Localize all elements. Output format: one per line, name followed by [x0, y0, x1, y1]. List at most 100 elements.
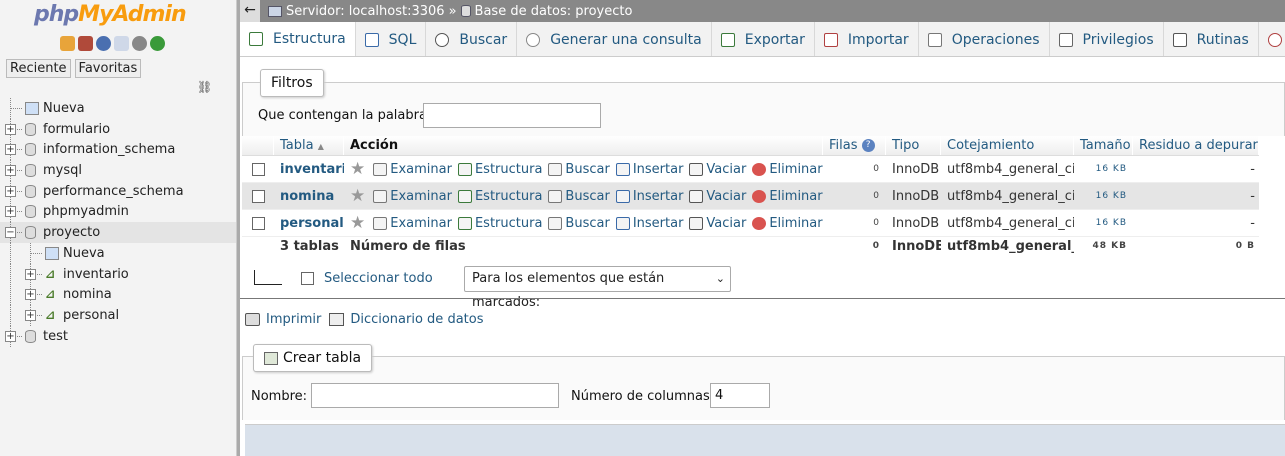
new-icon[interactable] — [45, 246, 59, 260]
filter-input[interactable] — [423, 103, 601, 128]
logout-icon[interactable] — [78, 36, 93, 51]
sidebar-item-label[interactable]: performance_schema — [43, 184, 184, 199]
action-insertar[interactable]: Insertar — [615, 162, 683, 177]
docs-icon[interactable] — [114, 36, 129, 51]
select-all-checkbox[interactable] — [301, 272, 314, 285]
size-cell[interactable]: 16 KB — [1074, 164, 1133, 174]
table-icon[interactable]: ⊿ — [45, 288, 59, 301]
home-icon[interactable] — [60, 36, 75, 51]
database-icon[interactable] — [25, 226, 36, 240]
sidebar-item-label[interactable]: nomina — [63, 287, 112, 302]
sidebar-item-label[interactable]: Nueva — [43, 101, 85, 116]
print-link[interactable]: Imprimir — [266, 312, 321, 327]
select-all-label[interactable]: Seleccionar todo — [324, 271, 433, 286]
table-icon[interactable]: ⊿ — [45, 308, 59, 322]
tab-operaciones[interactable]: Operaciones — [919, 22, 1050, 56]
expand-icon[interactable]: + — [25, 289, 36, 301]
row-checkbox[interactable] — [252, 189, 265, 203]
sidebar-item-formulario[interactable]: + formulario — [0, 118, 236, 140]
action-estructura[interactable]: Estructura — [457, 216, 542, 231]
sidebar-item-nomina[interactable]: + ⊿ nomina — [0, 284, 236, 306]
expand-icon[interactable]: + — [5, 206, 16, 218]
action-insertar[interactable]: Insertar — [615, 216, 683, 231]
database-icon[interactable] — [25, 184, 36, 198]
link-icon[interactable]: ⛓ — [197, 80, 212, 94]
action-buscar[interactable]: Buscar — [548, 216, 610, 231]
action-buscar[interactable]: Buscar — [548, 162, 610, 177]
sidebar-item-mysql[interactable]: + mysql — [0, 160, 236, 182]
sidebar-item-label[interactable]: Nueva — [63, 246, 105, 261]
action-vaciar[interactable]: Vaciar — [689, 216, 746, 231]
action-eliminar[interactable]: Eliminar — [752, 216, 823, 231]
tab-importar[interactable]: Importar — [815, 22, 919, 56]
table-name-link[interactable]: nomina — [274, 189, 344, 204]
sidebar-item-personal[interactable]: + ⊿ personal — [0, 304, 236, 326]
expand-icon[interactable]: + — [5, 144, 16, 156]
tab-sql[interactable]: SQL — [356, 22, 427, 56]
header-tabla[interactable]: Tabla ▲ — [274, 136, 344, 155]
action-vaciar[interactable]: Vaciar — [689, 189, 746, 204]
collapse-icon[interactable]: − — [5, 227, 16, 239]
tab-buscar[interactable]: Buscar — [426, 22, 518, 56]
action-buscar[interactable]: Buscar — [548, 189, 610, 204]
sidebar-item-label[interactable]: phpmyadmin — [43, 204, 129, 219]
table-name-link[interactable]: personal — [274, 216, 344, 231]
action-estructura[interactable]: Estructura — [457, 162, 542, 177]
sidebar-item-information-schema[interactable]: + information_schema — [0, 139, 236, 161]
sidebar-item-proyecto[interactable]: − proyecto — [0, 222, 236, 244]
help-icon[interactable]: ? — [861, 139, 875, 152]
sidebar-item-label[interactable]: inventario — [63, 267, 129, 282]
database-icon[interactable] — [25, 164, 36, 178]
action-eliminar[interactable]: Eliminar — [752, 162, 823, 177]
breadcrumb-server[interactable]: Servidor: localhost:3306 — [286, 4, 445, 19]
expand-icon[interactable]: + — [25, 309, 36, 321]
favorite-star-icon[interactable]: ★ — [350, 159, 365, 179]
sidebar-item-Nueva[interactable]: Nueva — [0, 242, 236, 264]
action-examinar[interactable]: Examinar — [373, 189, 452, 204]
tab-generar-una-consulta[interactable]: Generar una consulta — [517, 22, 712, 56]
sidebar-item-label[interactable]: mysql — [43, 163, 82, 178]
dictionary-link[interactable]: Diccionario de datos — [350, 312, 483, 327]
collapse-arrow-icon[interactable]: ← — [240, 0, 260, 22]
sidebar-item-phpmyadmin[interactable]: + phpmyadmin — [0, 201, 236, 223]
sidebar-item-label[interactable]: test — [43, 329, 68, 344]
size-cell[interactable]: 16 KB — [1074, 191, 1133, 201]
sidebar-item-label[interactable]: personal — [63, 308, 119, 323]
table-icon[interactable]: ⊿ — [45, 267, 59, 281]
database-icon[interactable] — [25, 122, 36, 136]
header-tamano[interactable]: Tamaño — [1074, 136, 1133, 155]
recent-tab[interactable]: Reciente — [6, 59, 71, 78]
action-estructura[interactable]: Estructura — [457, 189, 542, 204]
database-icon[interactable] — [25, 329, 36, 343]
expand-icon[interactable]: + — [5, 165, 16, 177]
phpmyadmin-logo[interactable]: phpMyAdmin — [34, 2, 187, 27]
row-checkbox[interactable] — [252, 162, 265, 176]
favorite-star-icon[interactable]: ★ — [350, 186, 365, 206]
action-vaciar[interactable]: Vaciar — [689, 162, 746, 177]
table-name-link[interactable]: inventario — [274, 162, 344, 177]
sidebar-item-test[interactable]: + test — [0, 325, 236, 347]
breadcrumb-database[interactable]: Base de datos: proyecto — [475, 4, 633, 19]
tab-estructura[interactable]: Estructura — [240, 22, 356, 56]
header-filas[interactable]: Filas ? — [823, 136, 886, 155]
action-examinar[interactable]: Examinar — [373, 216, 452, 231]
favorite-star-icon[interactable]: ★ — [350, 213, 365, 233]
sidebar-item-label[interactable]: information_schema — [43, 142, 175, 157]
expand-icon[interactable]: + — [5, 123, 16, 135]
tab-privilegios[interactable]: Privilegios — [1050, 22, 1164, 56]
sidebar-item-label[interactable]: formulario — [43, 122, 110, 137]
with-selected-dropdown[interactable]: Para los elementos que están marcados: ⌄ — [464, 266, 731, 310]
reload-icon[interactable] — [150, 36, 165, 51]
action-examinar[interactable]: Examinar — [373, 162, 452, 177]
database-icon[interactable] — [25, 143, 36, 157]
columns-input[interactable]: 4 — [710, 383, 770, 408]
sidebar-item-Nueva[interactable]: Nueva — [0, 98, 236, 119]
favorites-tab[interactable]: Favoritas — [74, 59, 142, 78]
header-residuo[interactable]: Residuo a depurar — [1133, 136, 1259, 155]
sidebar-item-inventario[interactable]: + ⊿ inventario — [0, 263, 236, 285]
action-insertar[interactable]: Insertar — [615, 189, 683, 204]
action-eliminar[interactable]: Eliminar — [752, 189, 823, 204]
sidebar-item-label[interactable]: proyecto — [43, 225, 100, 240]
size-cell[interactable]: 16 KB — [1074, 218, 1133, 228]
tab-e[interactable]: E — [1259, 22, 1285, 56]
